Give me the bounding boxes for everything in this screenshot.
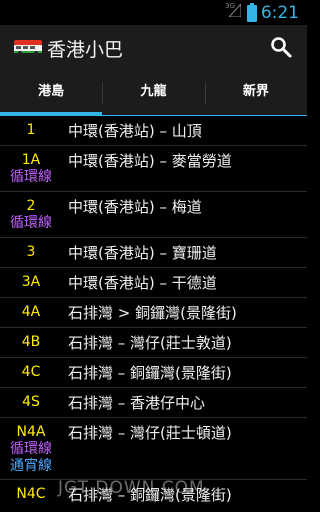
route-endpoints: 中環(香港站) – 梅道 — [68, 198, 202, 216]
route-code: 3 — [26, 244, 36, 260]
route-row[interactable]: 4B 石排灣 – 灣仔(莊士敦道) — [0, 328, 307, 358]
tab-bar: 港島 九龍 新界 — [0, 70, 307, 116]
route-code: N4C — [16, 486, 46, 502]
signal-icon — [229, 4, 241, 17]
route-number: N4A 循環線 通宵線 — [0, 418, 62, 475]
route-code: 1A — [21, 152, 41, 168]
route-row[interactable]: 1A 循環線 中環(香港站) – 麥當勞道 — [0, 146, 307, 192]
watermark: JGT DOWN.COM — [58, 478, 205, 498]
tab-new-territories[interactable]: 新界 — [204, 70, 307, 116]
minibus-icon — [14, 40, 42, 55]
route-code: 4A — [21, 304, 41, 320]
route-number: N4C — [0, 480, 62, 503]
route-endpoints: 中環(香港站) – 干德道 — [68, 274, 217, 292]
route-endpoints: 石排灣 > 銅鑼灣(景隆街) — [68, 304, 237, 322]
route-code: 2 — [26, 198, 36, 214]
route-number: 3A — [0, 268, 62, 291]
route-endpoints: 中環(香港站) – 麥當勞道 — [68, 152, 232, 170]
action-bar: 香港小巴 — [0, 25, 307, 70]
route-code: 4B — [21, 334, 41, 350]
route-number: 3 — [0, 238, 62, 261]
route-row[interactable]: 1 中環(香港站) – 山頂 — [0, 116, 307, 146]
battery-icon — [247, 3, 257, 22]
route-endpoints: 石排灣 – 灣仔(莊士敦道) — [68, 334, 232, 352]
route-number: 4A — [0, 298, 62, 321]
route-endpoints: 石排灣 – 銅鑼灣(景隆街) — [68, 364, 232, 382]
route-number: 4C — [0, 358, 62, 381]
route-type-tag: 通宵線 — [10, 458, 52, 474]
route-number: 1 — [0, 116, 62, 139]
app-title: 香港小巴 — [47, 39, 124, 61]
route-row[interactable]: N4A 循環線 通宵線 石排灣 – 灣仔(莊士頓道) — [0, 418, 307, 480]
route-row[interactable]: 4C 石排灣 – 銅鑼灣(景隆街) — [0, 358, 307, 388]
route-code: 3A — [21, 274, 41, 290]
route-code: N4A — [16, 424, 46, 440]
route-number: 4S — [0, 388, 62, 411]
route-type-tag: 循環線 — [10, 441, 52, 457]
route-endpoints: 石排灣 – 灣仔(莊士頓道) — [68, 424, 232, 442]
tab-hong-kong-island[interactable]: 港島 — [0, 70, 103, 116]
route-endpoints: 石排灣 – 香港仔中心 — [68, 394, 206, 412]
route-row[interactable]: 3A 中環(香港站) – 干德道 — [0, 268, 307, 298]
clock: 6:21 — [260, 3, 299, 23]
status-bar: 3G 6:21 — [0, 0, 307, 25]
route-number: 1A 循環線 — [0, 146, 62, 186]
route-type-tag: 循環線 — [10, 169, 52, 185]
route-code: 4C — [21, 364, 41, 380]
route-number: 4B — [0, 328, 62, 351]
route-row[interactable]: 4S 石排灣 – 香港仔中心 — [0, 388, 307, 418]
route-code: 4S — [22, 394, 40, 410]
route-number: 2 循環線 — [0, 192, 62, 232]
route-code: 1 — [26, 122, 36, 138]
route-endpoints: 中環(香港站) – 寶珊道 — [68, 244, 217, 262]
route-type-tag: 循環線 — [10, 215, 52, 231]
route-row[interactable]: 2 循環線 中環(香港站) – 梅道 — [0, 192, 307, 238]
tab-kowloon[interactable]: 九龍 — [102, 70, 204, 116]
route-row[interactable]: 4A 石排灣 > 銅鑼灣(景隆街) — [0, 298, 307, 328]
route-endpoints: 中環(香港站) – 山頂 — [68, 122, 202, 140]
route-list: 1 中環(香港站) – 山頂 1A 循環線 中環(香港站) – 麥當勞道 2 循環線 中環(香… — [0, 116, 307, 512]
search-icon[interactable] — [269, 35, 293, 59]
route-row[interactable]: 3 中環(香港站) – 寶珊道 — [0, 238, 307, 268]
